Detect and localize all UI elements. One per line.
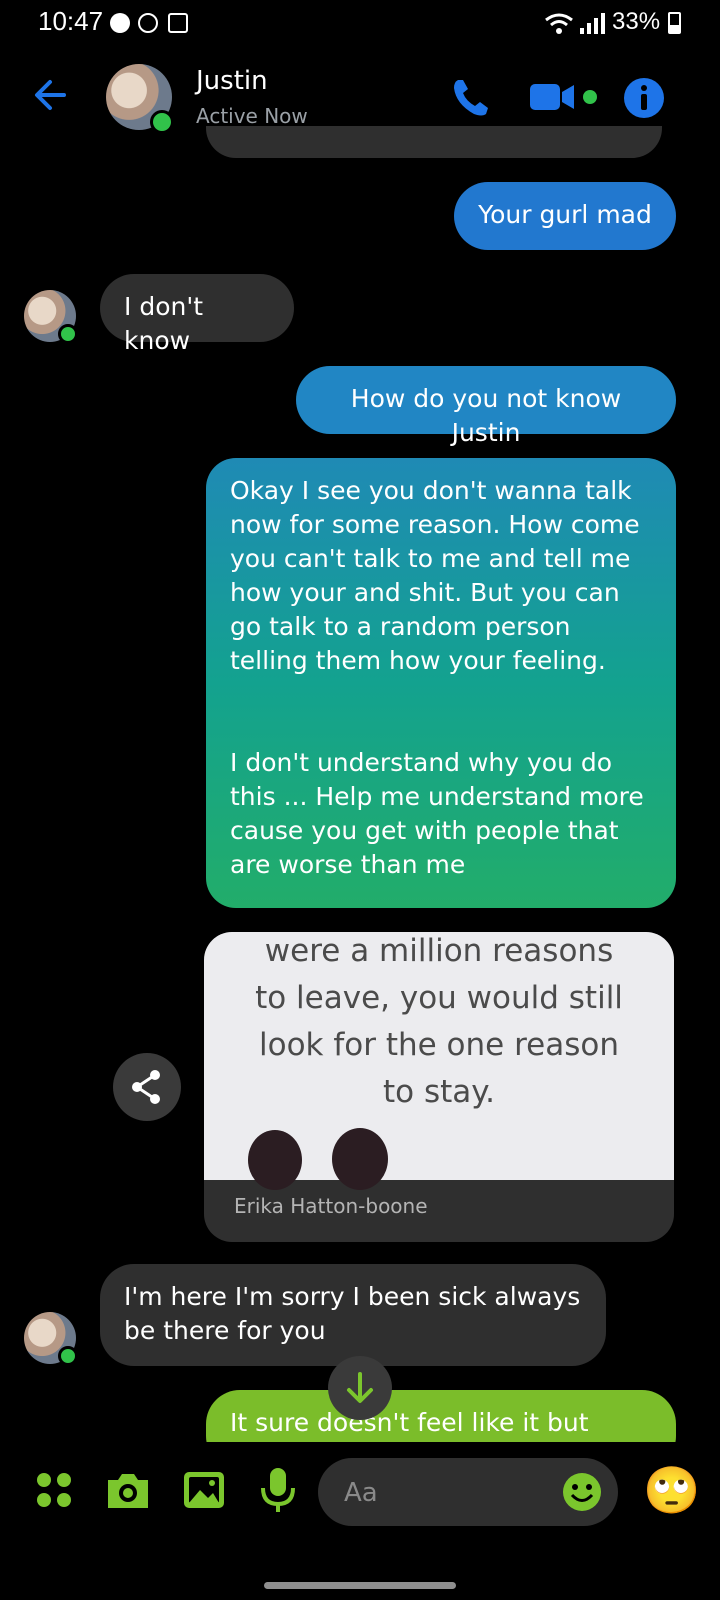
camera-button[interactable] [104,1466,152,1514]
message-paragraph: I don't understand why you do this ... H… [230,748,644,879]
camera-icon [108,1474,148,1508]
contact-status: Active Now [196,104,308,128]
arrow-down-icon [347,1372,373,1403]
apps-icon [37,1473,71,1507]
battery-percent: 33% [612,8,661,35]
signal-icon [580,13,605,34]
status-bar: 10:47 33% [0,0,720,48]
microphone-icon [261,1468,295,1512]
silhouette-figure [248,1130,302,1190]
silhouette-figure [332,1128,388,1190]
shared-image[interactable]: were a million reasons to leave, you wou… [204,932,674,1190]
contact-name[interactable]: Justin [196,66,268,96]
info-icon [624,78,664,118]
emoji-button[interactable] [560,1470,604,1514]
message-input[interactable] [342,1472,546,1514]
quote-line: look for the one reason [259,1027,619,1063]
message-composer[interactable] [318,1458,618,1526]
online-indicator [150,110,174,134]
status-time: 10:47 [38,6,104,36]
message-paragraph: Okay I see you don't wanna talk now for … [230,476,640,675]
info-button[interactable] [620,74,668,122]
chat-bubble-icon [110,13,130,33]
messenger-icon [138,13,158,33]
voice-message-button[interactable] [254,1466,302,1514]
quote-line: to leave, you would still [255,980,623,1016]
video-icon [530,84,597,110]
phone-icon [454,80,488,116]
quote-line: to stay. [382,1074,496,1110]
back-button[interactable] [28,72,74,118]
quote-line: were a million reasons [264,933,614,969]
outgoing-message[interactable]: Your gurl mad [454,182,676,250]
image-attachment[interactable]: were a million reasons to leave, you wou… [204,932,674,1242]
outgoing-message[interactable]: How do you not know Justin [296,366,676,447]
outgoing-message-clipped[interactable]: It sure doesn't feel like it but [206,1390,676,1442]
home-indicator[interactable] [264,1582,456,1589]
outgoing-message-long[interactable]: Okay I see you don't wanna talk now for … [206,458,676,908]
call-button[interactable] [448,74,496,122]
share-button[interactable] [113,1053,181,1121]
online-indicator [58,324,78,344]
online-indicator [58,1346,78,1366]
scroll-to-bottom-button[interactable] [328,1356,392,1420]
incoming-message[interactable]: I don't know [100,274,294,355]
image-icon [168,13,188,33]
back-arrow-icon [35,80,66,110]
gallery-icon [184,1472,224,1508]
quick-reaction-button[interactable]: 🙄 [642,1460,702,1520]
battery-icon [668,12,681,34]
gallery-button[interactable] [180,1466,228,1514]
emoji-icon [563,1473,601,1511]
previous-message-bubble[interactable] [206,126,662,158]
image-sender-name: Erika Hatton-boone [234,1194,428,1218]
outgoing-message: It sure doesn't feel like it but [206,1390,676,1442]
incoming-message[interactable]: I'm here I'm sorry I been sick always be… [100,1264,606,1366]
image-quote: were a million reasons to leave, you wou… [204,932,674,1116]
wifi-icon [545,13,573,34]
share-icon [132,1070,160,1104]
apps-button[interactable] [30,1466,78,1514]
video-call-button[interactable] [530,78,602,118]
